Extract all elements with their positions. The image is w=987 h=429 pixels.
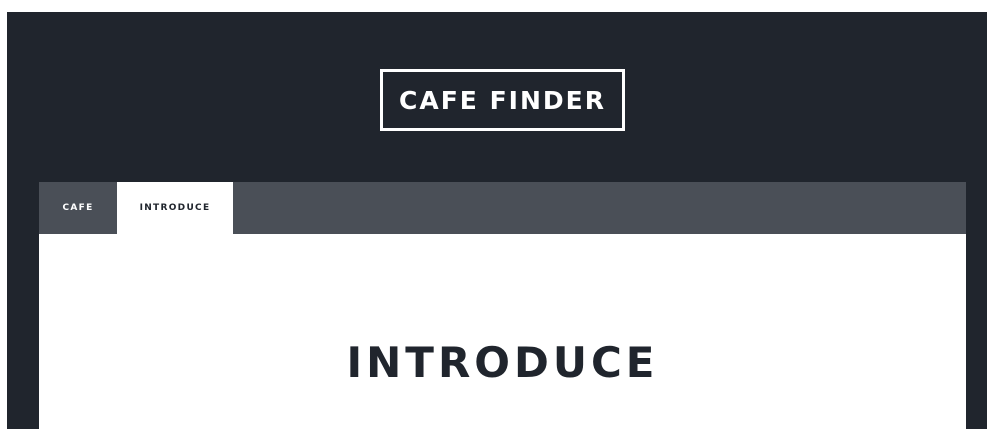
logo-text: CAFE FINDER [399,85,606,115]
page-frame: CAFE FINDER CAFE INTRODUCE INTRODUCE [7,12,987,429]
tab-introduce[interactable]: INTRODUCE [117,182,233,234]
tab-cafe[interactable]: CAFE [39,182,117,234]
content-panel: INTRODUCE [39,234,966,429]
tab-bar: CAFE INTRODUCE [39,182,966,234]
logo[interactable]: CAFE FINDER [380,69,625,131]
page-title: INTRODUCE [346,338,659,387]
